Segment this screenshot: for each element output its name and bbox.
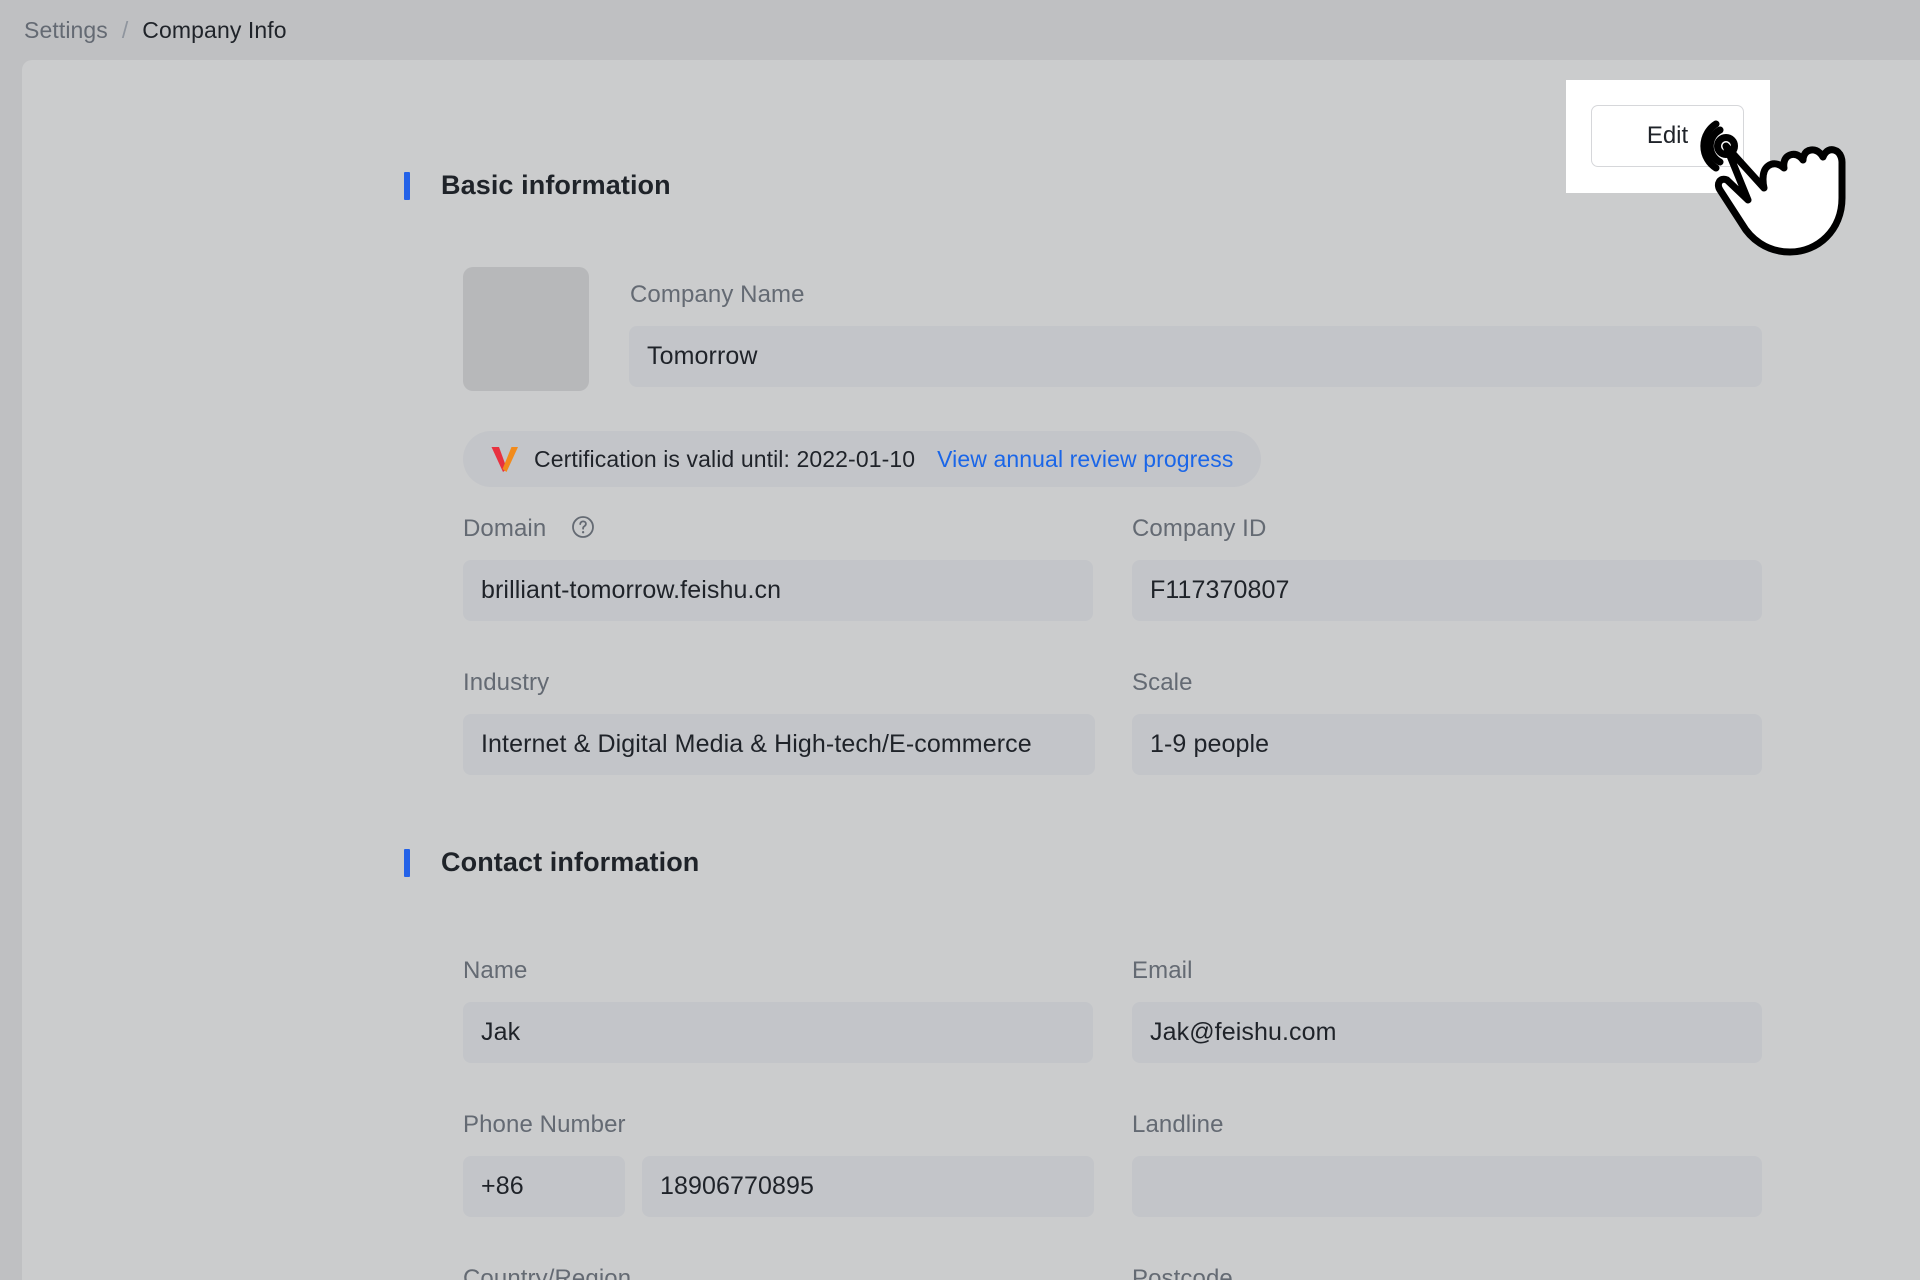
value-industry: Internet & Digital Media & High-tech/E-c… — [481, 730, 1032, 758]
breadcrumb-item-company-info: Company Info — [142, 16, 287, 43]
field-email[interactable]: Jak@feishu.com — [1132, 1002, 1762, 1063]
field-company-name[interactable]: Tomorrow — [629, 326, 1762, 387]
label-scale: Scale — [1132, 669, 1193, 696]
field-landline[interactable] — [1132, 1156, 1762, 1217]
label-landline: Landline — [1132, 1111, 1224, 1138]
label-phone-number: Phone Number — [463, 1111, 626, 1138]
value-company-id: F117370807 — [1150, 576, 1290, 604]
field-scale[interactable]: 1-9 people — [1132, 714, 1762, 775]
content-panel: Basic information Company Name Tomorrow … — [22, 60, 1920, 1280]
section-header-contact-information: Contact information — [404, 847, 699, 878]
field-industry[interactable]: Internet & Digital Media & High-tech/E-c… — [463, 714, 1095, 775]
value-contact-name: Jak — [481, 1018, 521, 1046]
edit-button[interactable]: Edit — [1591, 105, 1744, 167]
label-domain: Domain — [463, 515, 547, 542]
company-logo-placeholder[interactable] — [463, 267, 589, 391]
label-email: Email — [1132, 957, 1193, 984]
label-industry: Industry — [463, 669, 550, 696]
label-company-name: Company Name — [630, 281, 805, 308]
value-company-name: Tomorrow — [647, 342, 758, 370]
field-phone-country-code[interactable]: +86 — [463, 1156, 625, 1217]
certification-badge: Certification is valid until: 2022-01-10… — [463, 431, 1262, 487]
certification-text: Certification is valid until: 2022-01-10 — [534, 445, 916, 472]
field-contact-name[interactable]: Jak — [463, 1002, 1093, 1063]
label-postcode: Postcode — [1132, 1265, 1233, 1280]
question-circle-icon[interactable] — [571, 515, 595, 539]
view-annual-review-progress-link[interactable]: View annual review progress — [937, 446, 1233, 473]
value-email: Jak@feishu.com — [1150, 1018, 1337, 1046]
value-scale: 1-9 people — [1150, 730, 1270, 758]
section-accent-bar — [404, 848, 410, 877]
breadcrumb: Settings / Company Info — [0, 0, 1920, 60]
field-phone-number[interactable]: 18906770895 — [642, 1156, 1094, 1217]
section-accent-bar — [404, 171, 410, 200]
label-contact-name: Name — [463, 957, 528, 984]
section-title-contact-information: Contact information — [441, 847, 700, 877]
section-title-basic-information: Basic information — [441, 170, 671, 200]
value-domain: brilliant-tomorrow.feishu.cn — [481, 576, 782, 604]
section-header-basic-information: Basic information — [404, 170, 671, 201]
label-company-id: Company ID — [1132, 515, 1267, 542]
feishu-v-logo-icon — [491, 447, 518, 472]
value-phone-number: 18906770895 — [660, 1172, 815, 1200]
label-country-region: Country/Region — [463, 1265, 632, 1280]
value-phone-country-code: +86 — [481, 1172, 524, 1200]
field-domain[interactable]: brilliant-tomorrow.feishu.cn — [463, 560, 1093, 621]
field-company-id[interactable]: F117370807 — [1132, 560, 1762, 621]
breadcrumb-item-settings[interactable]: Settings — [24, 17, 108, 44]
breadcrumb-separator: / — [121, 16, 129, 43]
